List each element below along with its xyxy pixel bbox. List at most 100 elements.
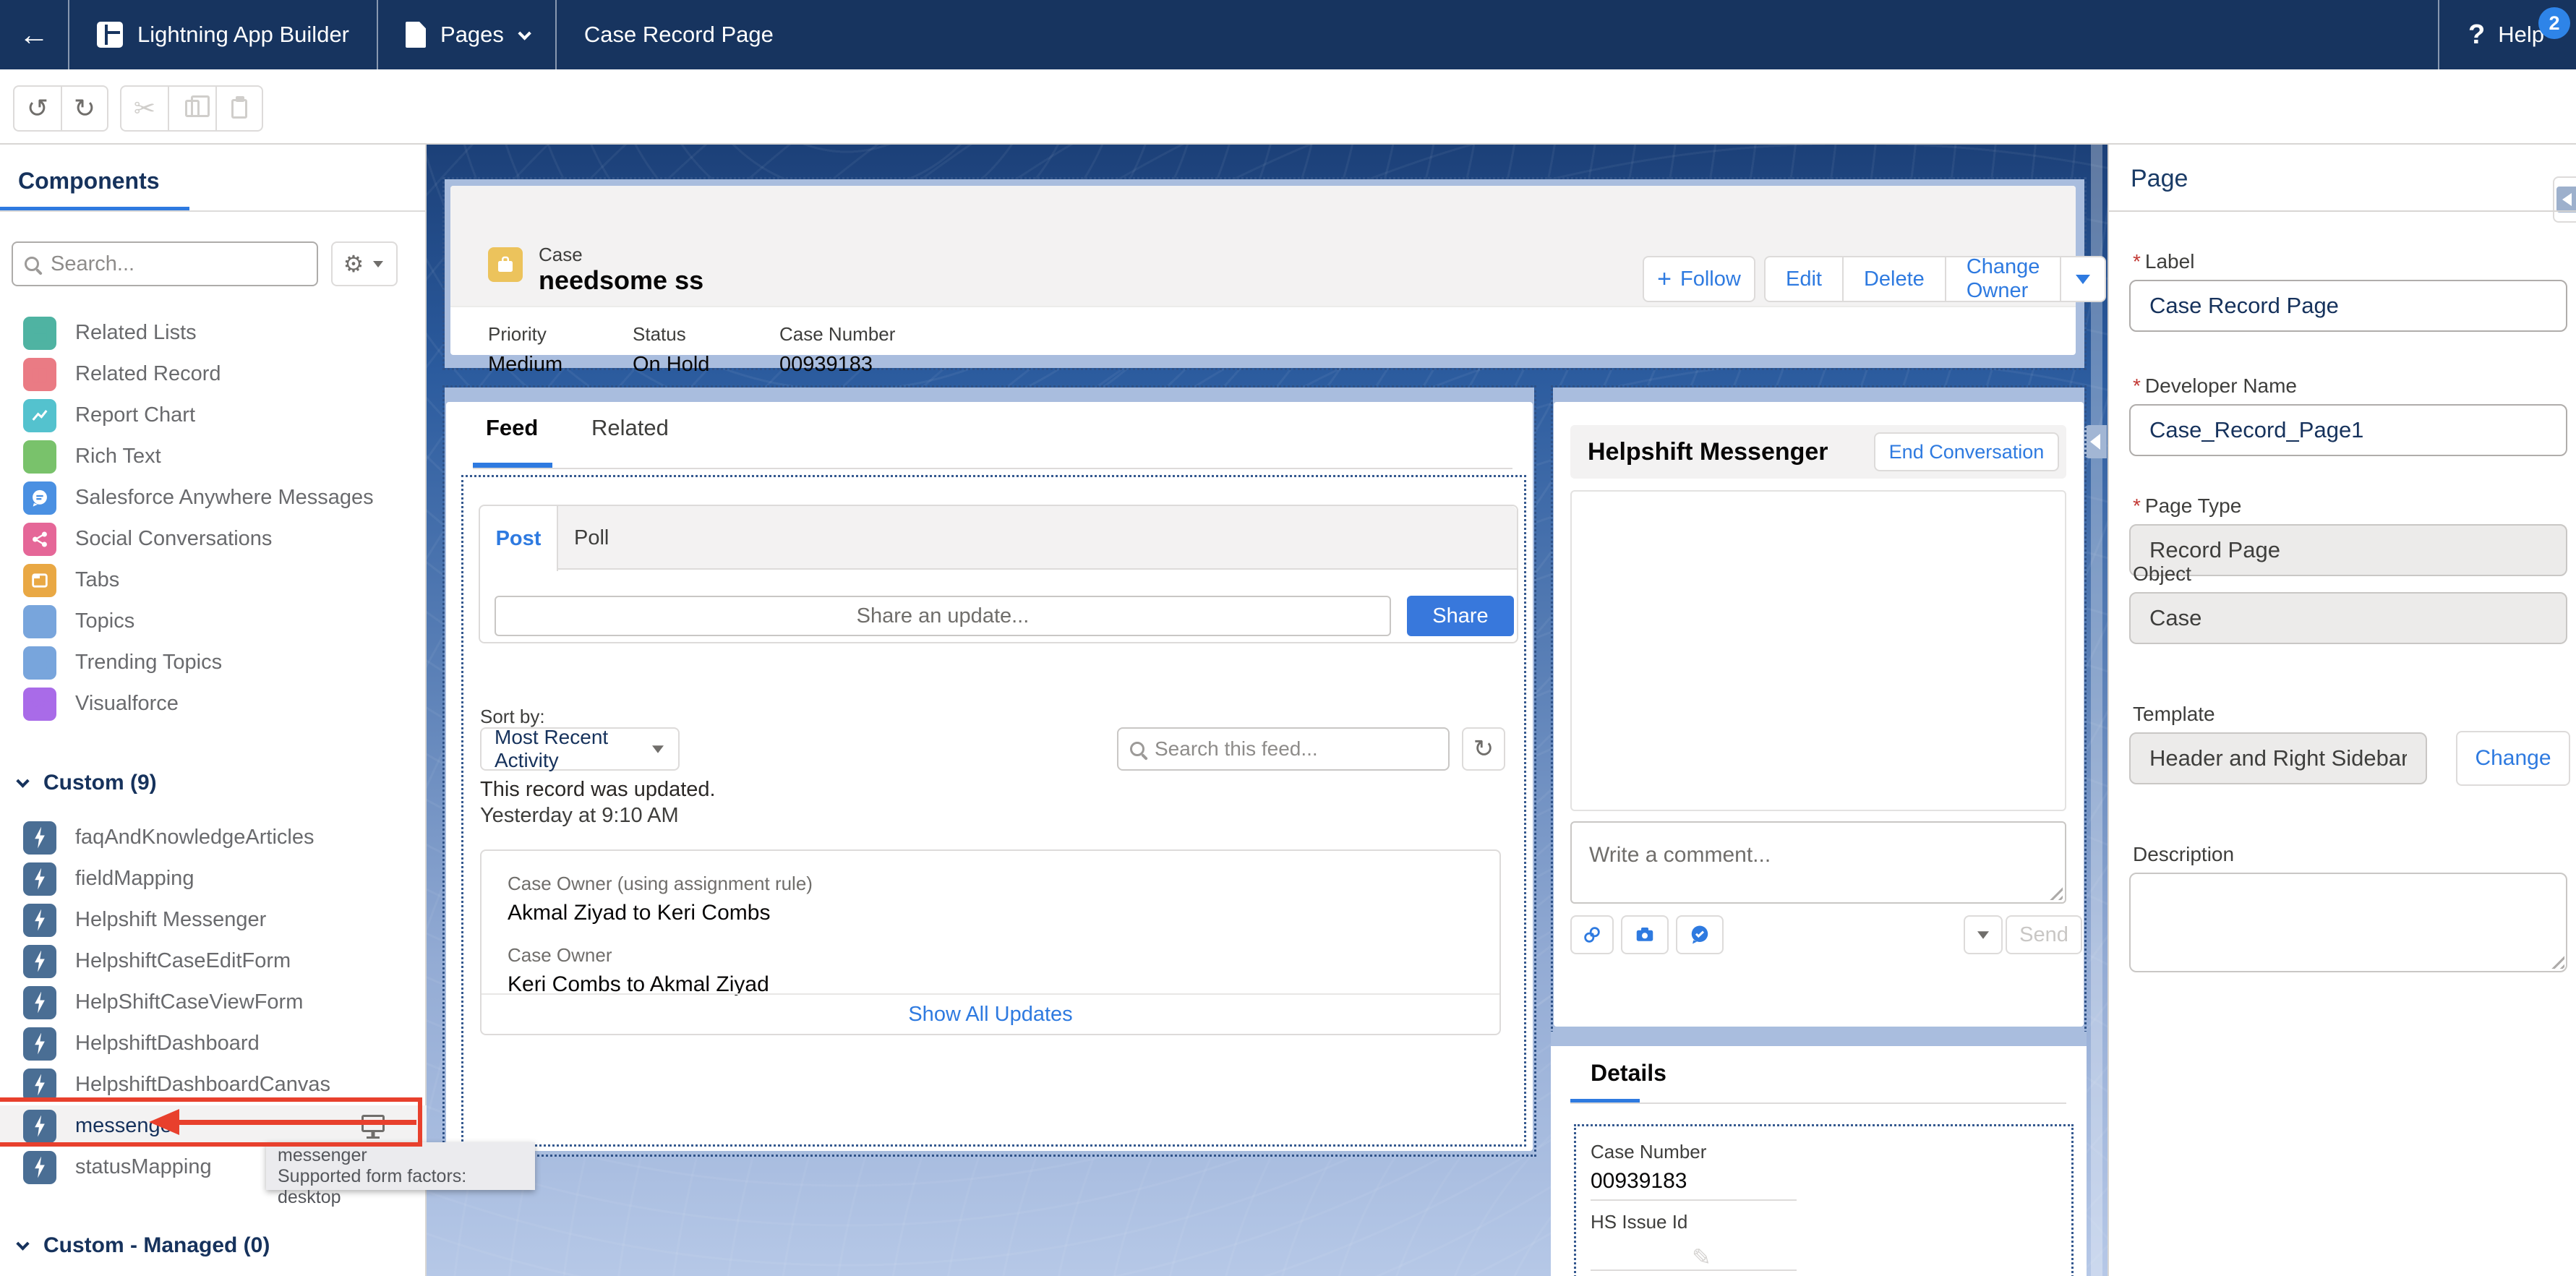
header-region[interactable]: Case needsome ss + Follow Edit Delete Ch…: [442, 177, 2087, 370]
record-detail-region[interactable]: Case Number 00939183 HS Issue Id ✎ HS Is…: [1574, 1124, 2074, 1276]
app-title-section: Lightning App Builder: [69, 0, 378, 69]
chevron-down-icon: [16, 1237, 29, 1250]
component-list-item[interactable]: HelpShiftCaseViewForm: [0, 982, 427, 1023]
share-update-input[interactable]: Share an update...: [495, 596, 1391, 636]
desktop-form-factor-icon: [361, 1115, 385, 1132]
detail-field: Case Number 00939183: [1591, 1141, 1807, 1201]
end-conversation-button[interactable]: End Conversation: [1874, 432, 2059, 471]
more-actions-button[interactable]: [2061, 257, 2105, 301]
record-action-button[interactable]: Edit: [1766, 257, 1844, 301]
active-tab-indicator: [473, 463, 552, 468]
panel-title: Page: [2131, 165, 2188, 193]
trending-topics-icon: ☰: [23, 646, 56, 680]
rich-text-icon: ≡: [23, 440, 56, 474]
tab-poll[interactable]: Poll: [574, 506, 609, 570]
component-list-item[interactable]: ▥ Related Record: [0, 354, 427, 395]
redo-button[interactable]: ↻: [61, 85, 108, 132]
related-record-icon: ▥: [23, 358, 56, 391]
send-options-button[interactable]: [1964, 915, 2003, 954]
tab-feed[interactable]: Feed: [486, 415, 538, 441]
attach-link-button[interactable]: [1570, 915, 1614, 954]
chat-messages-icon: [23, 481, 56, 515]
detail-field-label: HS Issue Id: [1591, 1211, 1807, 1233]
current-page-name: Case Record Page: [557, 0, 801, 69]
share-button[interactable]: Share: [1407, 596, 1514, 636]
chevron-down-icon: [518, 27, 531, 40]
component-list-item[interactable]: ☰ Trending Topics: [0, 642, 427, 683]
search-icon: [25, 257, 39, 271]
feed-search-input[interactable]: [1155, 737, 1437, 761]
publisher-tab-strip: [480, 506, 1517, 570]
refresh-feed-button[interactable]: ↻: [1462, 727, 1505, 771]
feed-entry-label: Case Owner (using assignment rule): [508, 873, 813, 895]
app-title: Lightning App Builder: [137, 22, 349, 48]
component-list-item[interactable]: HelpshiftDashboard: [0, 1023, 427, 1064]
collapse-arrow-icon: [2090, 434, 2100, 450]
components-tab[interactable]: Components: [18, 168, 160, 194]
component-list-item[interactable]: HelpshiftDashboardCanvas: [0, 1064, 427, 1105]
developer-name-input[interactable]: [2129, 404, 2567, 456]
component-list-item[interactable]: ≡ Rich Text: [0, 436, 427, 477]
tab-details[interactable]: Details: [1591, 1060, 1666, 1087]
collapse-sidebar-handle[interactable]: [2084, 425, 2107, 458]
paste-button[interactable]: [215, 85, 263, 132]
field-label: Case Number: [779, 323, 895, 346]
feed-search[interactable]: [1117, 727, 1450, 771]
resolve-chat-button[interactable]: [1676, 915, 1724, 954]
tab-related[interactable]: Related: [591, 415, 669, 441]
visualforce-icon: </>: [23, 688, 56, 721]
attach-photo-button[interactable]: [1621, 915, 1669, 954]
back-button[interactable]: ←: [0, 0, 69, 69]
components-sidebar: Components ⚙ ▤ Related Lists ▥ Related R…: [0, 145, 427, 1276]
description-textarea[interactable]: [2129, 873, 2567, 972]
component-label: HelpshiftCaseEditForm: [75, 949, 291, 973]
component-search-input[interactable]: [51, 252, 305, 276]
component-item-messenger-highlighted[interactable]: messenger: [0, 1105, 427, 1147]
undo-redo-group: ↺ ↻: [13, 85, 108, 132]
description-field-label: Description: [2133, 843, 2234, 866]
component-list-item[interactable]: ▤ Related Lists: [0, 312, 427, 354]
component-search[interactable]: [12, 241, 318, 286]
sort-dropdown[interactable]: Most Recent Activity: [480, 727, 680, 771]
component-list-item[interactable]: Helpshift Messenger: [0, 899, 427, 941]
component-list-item[interactable]: HelpshiftCaseEditForm: [0, 941, 427, 982]
custom-managed-section-header[interactable]: Custom - Managed (0): [18, 1233, 270, 1258]
record-action-button[interactable]: Change Owner: [1946, 257, 2062, 301]
link-icon: [1581, 924, 1603, 946]
pages-menu[interactable]: Pages: [378, 0, 557, 69]
copy-icon: [185, 100, 200, 117]
feed-status-timestamp: Yesterday at 9:10 AM: [480, 804, 679, 828]
component-list-item[interactable]: fieldMapping: [0, 858, 427, 899]
comment-textarea[interactable]: Write a comment...: [1570, 821, 2066, 904]
edit-pencil-icon[interactable]: ✎: [1692, 1243, 1711, 1271]
divider: [473, 468, 1512, 469]
canvas-scrollbar[interactable]: [2091, 145, 2102, 1276]
follow-button[interactable]: + Follow: [1643, 256, 1755, 302]
collapse-panel-button[interactable]: [2553, 176, 2576, 223]
region-band: [1551, 1032, 2087, 1046]
resize-handle[interactable]: [2050, 887, 2063, 900]
help-badge: 2: [2538, 7, 2570, 39]
divider: [0, 210, 425, 212]
change-template-button[interactable]: Change: [2456, 731, 2570, 786]
record-action-button[interactable]: Delete: [1844, 257, 1946, 301]
copy-button[interactable]: [168, 85, 215, 132]
custom-section-header[interactable]: Custom (9): [18, 771, 157, 795]
undo-button[interactable]: ↺: [13, 85, 61, 132]
send-button-disabled[interactable]: Send: [2006, 915, 2082, 954]
component-list-item[interactable]: faqAndKnowledgeArticles: [0, 817, 427, 858]
help-button[interactable]: ? Help 2: [2438, 0, 2576, 69]
show-all-updates-link[interactable]: Show All Updates: [482, 1003, 1499, 1027]
component-list-item[interactable]: </> Visualforce: [0, 683, 427, 724]
chevron-down-icon: [16, 774, 29, 787]
label-field-input[interactable]: [2129, 280, 2567, 332]
messenger-title: Helpshift Messenger: [1588, 438, 1828, 466]
component-list-item[interactable]: Report Chart: [0, 395, 427, 436]
component-list-item[interactable]: Social Conversations: [0, 518, 427, 560]
component-list-item[interactable]: Salesforce Anywhere Messages: [0, 477, 427, 518]
cut-button[interactable]: ✂: [120, 85, 168, 132]
tab-post[interactable]: Post: [480, 506, 558, 571]
settings-menu-button[interactable]: ⚙: [331, 241, 398, 286]
component-list-item[interactable]: Tabs: [0, 560, 427, 601]
component-list-item[interactable]: # Topics: [0, 601, 427, 642]
